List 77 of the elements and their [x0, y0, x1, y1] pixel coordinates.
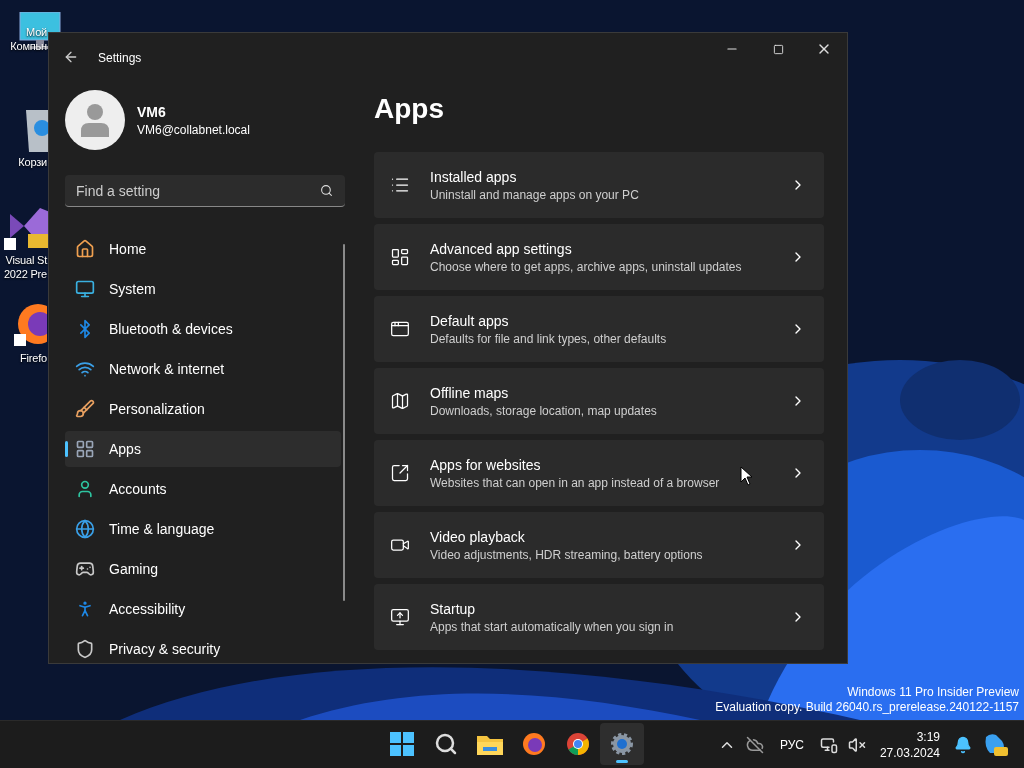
build-notice: Windows 11 Pro Insider Preview: [847, 685, 1019, 700]
settings-card[interactable]: Installed apps Uninstall and manage apps on your PC: [374, 152, 824, 218]
card-description: Defaults for file and link types, other defaults: [430, 331, 667, 346]
nav-item[interactable]: Personalization: [65, 391, 341, 427]
nav-item[interactable]: Time & language: [65, 511, 341, 547]
settings-card[interactable]: Advanced app settings Choose where to get apps, archive apps, uninstall updates: [374, 224, 824, 290]
windows-logo-icon: [390, 732, 414, 756]
monitor-arrow-icon: [390, 607, 410, 627]
muted-speaker-icon[interactable]: [847, 736, 866, 754]
card-description: Video adjustments, HDR streaming, battery options: [430, 547, 703, 562]
search-icon: [320, 184, 333, 197]
nav-item[interactable]: Accounts: [65, 471, 341, 507]
card-description: Downloads, storage location, map updates: [430, 403, 657, 418]
card-description: Uninstall and manage apps on your PC: [430, 187, 639, 202]
brush-icon: [75, 399, 95, 419]
card-title: Offline maps: [430, 384, 509, 401]
card-description: Choose where to get apps, archive apps, uninstall updates: [430, 259, 742, 274]
card-description: Apps that start automatically when you sign in: [430, 619, 674, 634]
nav-item[interactable]: Network & internet: [65, 351, 341, 387]
person-silhouette-icon: [80, 103, 110, 137]
card-title: Advanced app settings: [430, 240, 572, 257]
desktop-icon-label: Корзи: [18, 156, 47, 168]
card-title: Startup: [430, 600, 476, 617]
cloud-off-icon[interactable]: [745, 736, 764, 754]
desktop-icon-label: Мой: [26, 26, 47, 38]
desktop-icon-label: Компьн: [10, 40, 47, 52]
gear-icon: [610, 732, 634, 756]
settings-card[interactable]: Default apps Defaults for file and link types, other defaults: [374, 296, 824, 362]
window-title: Settings: [98, 51, 143, 65]
app-window-icon: [390, 319, 410, 339]
home-icon: [75, 239, 95, 259]
user-name: VM6: [137, 103, 167, 120]
globe-icon: [75, 519, 95, 539]
shield-icon: [75, 639, 95, 659]
card-title: Apps for websites: [430, 456, 541, 473]
desktop-icon-label: 2022 Pre: [3, 268, 47, 280]
nav-item[interactable]: Home: [65, 231, 341, 267]
folder-icon: [477, 733, 503, 755]
app-gear-icon: [390, 247, 410, 267]
input-language[interactable]: РУС: [779, 738, 804, 752]
search-field[interactable]: Find a setting: [65, 175, 345, 207]
avatar[interactable]: [65, 90, 125, 150]
card-title: Installed apps: [430, 168, 517, 185]
maximize-icon: [772, 43, 784, 55]
open-external-icon: [390, 463, 410, 483]
map-icon: [390, 391, 410, 411]
user-email: VM6@collabnet.local: [137, 122, 250, 137]
apps-icon: [75, 439, 95, 459]
network-icon[interactable]: [819, 736, 838, 754]
settings-card[interactable]: Video playback Video adjustments, HDR streaming, battery options: [374, 512, 824, 578]
settings-card[interactable]: Startup Apps that start automatically when you sign in: [374, 584, 824, 650]
monitor-icon: [75, 279, 95, 299]
firefox-icon: [522, 732, 546, 756]
gamepad-icon: [75, 559, 95, 579]
card-description: Websites that can open in an app instead of a browser: [430, 475, 720, 490]
chrome-icon: [566, 732, 590, 756]
card-title: Video playback: [430, 528, 525, 545]
nav-item[interactable]: Privacy & security: [65, 631, 341, 667]
person-icon: [75, 479, 95, 499]
settings-card[interactable]: Offline maps Downloads, storage location, map updates: [374, 368, 824, 434]
desktop-icon-label: Visual St: [5, 254, 47, 266]
search-icon: [434, 732, 458, 756]
card-title: Default apps: [430, 312, 509, 329]
wifi-icon: [75, 359, 95, 379]
page-title: Apps: [374, 93, 445, 126]
nav-item[interactable]: Accessibility: [65, 591, 341, 627]
desktop-icon-label: Firefo: [20, 352, 47, 364]
clock[interactable]: 3:19 27.03.2024: [875, 729, 944, 761]
settings-card[interactable]: Apps for websites Websites that can open in an app instead of a browser: [374, 440, 824, 506]
nav-item[interactable]: Gaming: [65, 551, 341, 587]
mouse-cursor-icon: [740, 466, 754, 486]
nav-item[interactable]: System: [65, 271, 341, 307]
nav-item[interactable]: Apps: [65, 431, 341, 467]
build-notice: Evaluation copy. Build 26040.rs_prerelease.240122-1157: [715, 700, 1019, 715]
scrollbar[interactable]: [343, 244, 345, 601]
bell-icon[interactable]: [954, 736, 972, 754]
nav-item[interactable]: Bluetooth & devices: [65, 311, 341, 347]
